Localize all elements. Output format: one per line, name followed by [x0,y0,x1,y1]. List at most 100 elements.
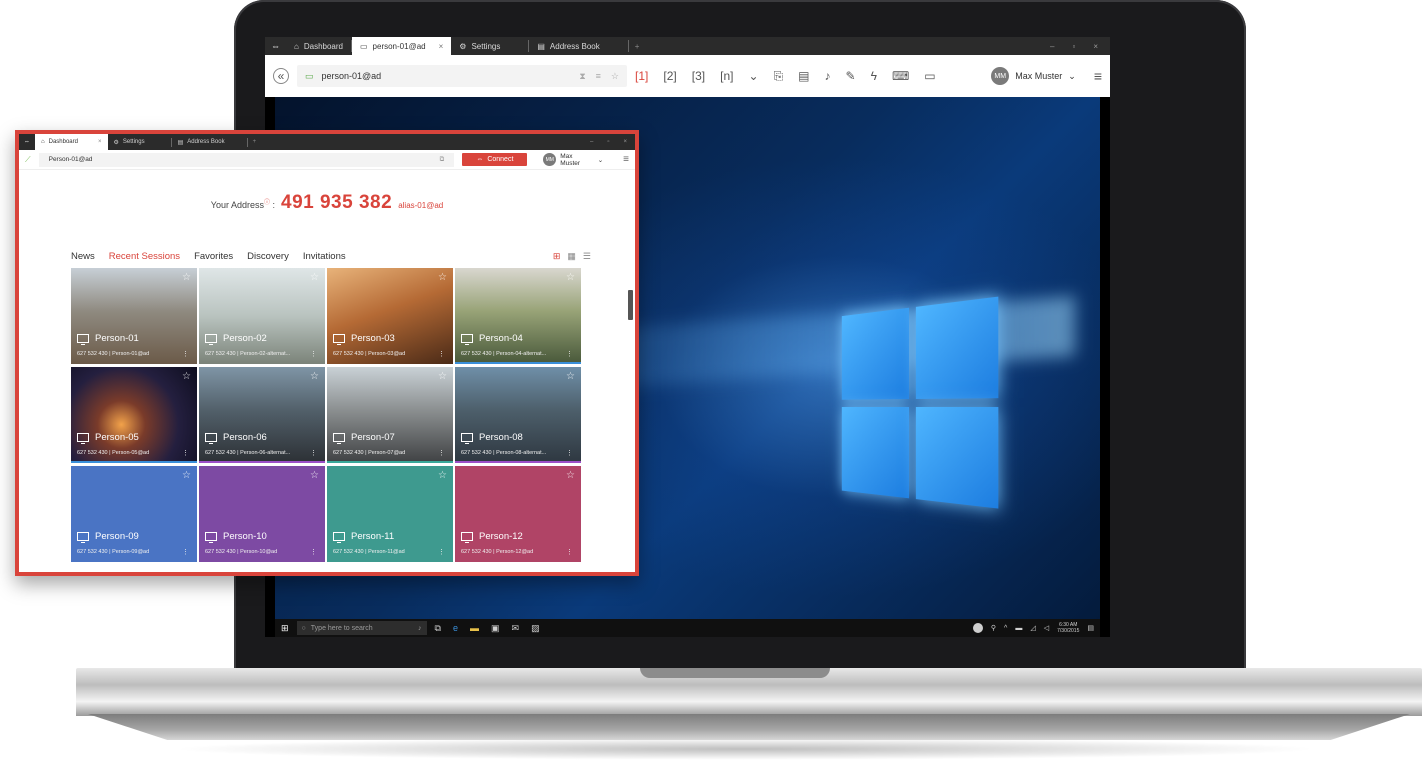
file-transfer-icon[interactable]: ⎘ [774,69,784,84]
lightning-icon[interactable]: ϟ [871,69,877,83]
network-icon[interactable]: ◿ [1030,624,1035,632]
session-card[interactable]: ☆ Person-07 627 532 430 | Person-07@ad ⋮ [327,367,453,463]
list-view-icon[interactable]: ☰ [583,251,591,262]
dashboard-tab-address-book[interactable]: ▤ Address Book [172,134,231,150]
chat-icon[interactable]: ▤ [798,69,809,83]
session-card[interactable]: ☆ Person-08 627 532 430 | Person-08-altern… [455,367,581,463]
taskbar-clock[interactable]: 6:30 AM 7/30/2015 [1057,622,1079,634]
more-options-icon[interactable]: ⋮ [310,350,317,358]
scroll-thumb[interactable] [628,290,633,320]
more-options-icon[interactable]: ⋮ [310,548,317,556]
dashboard-tab-settings[interactable]: ⚙ Settings [108,134,151,150]
more-options-icon[interactable]: ⋮ [438,449,445,457]
star-icon[interactable]: ☆ [310,371,319,382]
nav-invitations[interactable]: Invitations [303,251,346,262]
start-icon[interactable]: ⊞ [281,623,289,634]
session-card[interactable]: ☆ Person-02 627 532 430 | Person-02-altern… [199,268,325,364]
dashboard-tab-dashboard[interactable]: ⌂ Dashboard × [35,134,108,150]
store-icon[interactable]: ▣ [491,623,500,634]
photos-icon[interactable]: ▨ [531,623,540,634]
star-icon[interactable]: ☆ [566,272,575,283]
display-icon[interactable]: ▭ [924,69,935,83]
small-grid-icon[interactable]: ▦ [567,251,576,262]
star-icon[interactable]: ☆ [438,371,447,382]
session-card[interactable]: ☆ Person-11 627 532 430 | Person-11@ad ⋮ [327,466,453,562]
minimize-icon[interactable]: – [1050,42,1054,51]
hourglass-icon[interactable]: ⧗ [579,71,585,82]
copy-icon[interactable]: ⧉ [440,156,445,164]
info-icon[interactable]: ⓘ [264,200,270,206]
notification-icon[interactable]: ▤ [1087,624,1094,632]
session-card[interactable]: ☆ Person-01 627 532 430 | Person-01@ad ⋮ [71,268,197,364]
user-menu[interactable]: MM Max Muster ⌄ [543,153,603,167]
nav-favorites[interactable]: Favorites [194,251,233,262]
star-icon[interactable]: ☆ [182,272,191,283]
more-options-icon[interactable]: ⋮ [438,548,445,556]
more-options-icon[interactable]: ⋮ [182,350,189,358]
screen-2-icon[interactable]: [2] [663,69,676,83]
remote-tab-session[interactable]: ▭ person-01@ad × [351,37,452,55]
close-window-icon[interactable]: × [623,139,627,145]
minimize-icon[interactable]: – [590,139,593,145]
remote-address-field[interactable]: ▭ person-01@ad ⧗ ≡ ☆ [297,65,627,87]
people-icon[interactable]: ⚲ [991,624,996,632]
mail-icon[interactable]: ✉ [512,623,520,634]
menu-icon[interactable]: ≡ [623,154,629,165]
pen-icon[interactable]: ✎ [846,69,856,83]
microphone-icon[interactable]: ♪ [825,69,831,83]
volume-icon[interactable]: ◁ [1044,624,1049,632]
menu-icon[interactable]: ≡ [1094,68,1102,84]
back-icon[interactable]: « [273,68,289,84]
new-tab-icon[interactable]: + [248,139,262,145]
star-icon[interactable]: ☆ [182,470,191,481]
more-options-icon[interactable]: ⋮ [438,350,445,358]
screen-3-icon[interactable]: [3] [692,69,705,83]
session-card[interactable]: ☆ Person-06 627 532 430 | Person-06-altern… [199,367,325,463]
more-options-icon[interactable]: ⋮ [310,449,317,457]
remote-tab-address-book[interactable]: ▤ Address Book [529,37,607,55]
session-card[interactable]: ☆ Person-05 627 532 430 | Person-05@ad ⋮ [71,367,197,463]
remote-tab-settings[interactable]: ⚙ Settings [451,37,508,55]
more-options-icon[interactable]: ⋮ [566,350,573,358]
close-window-icon[interactable]: × [1093,42,1098,51]
session-card[interactable]: ☆ Person-03 627 532 430 | Person-03@ad ⋮ [327,268,453,364]
partner-address-input[interactable]: Person-01@ad ⧉ [38,152,455,167]
session-card[interactable]: ☆ Person-04 627 532 430 | Person-04-altern… [455,268,581,364]
chevron-down-icon[interactable]: ⌄ [749,69,759,83]
more-options-icon[interactable]: ⋮ [182,548,189,556]
nav-discovery[interactable]: Discovery [247,251,289,262]
your-alias[interactable]: alias-01@ad [398,201,443,210]
keyboard-icon[interactable]: ⌨ [892,69,909,83]
scrollbar[interactable] [628,268,633,568]
nav-news[interactable]: News [71,251,95,262]
star-icon[interactable]: ☆ [310,272,319,283]
user-menu[interactable]: MM Max Muster ⌄ [991,67,1076,85]
folder-icon[interactable]: ▬ [470,623,479,634]
star-icon[interactable]: ☆ [611,71,619,82]
record-icon[interactable] [972,623,983,633]
maximize-icon[interactable]: ▫ [607,139,609,145]
chevron-up-icon[interactable]: ^ [1004,625,1007,632]
more-options-icon[interactable]: ⋮ [182,449,189,457]
close-icon[interactable]: × [439,42,444,51]
star-icon[interactable]: ☆ [566,470,575,481]
screen-n-icon[interactable]: [n] [720,69,733,83]
star-icon[interactable]: ☆ [310,470,319,481]
edge-icon[interactable]: e [453,623,458,634]
more-options-icon[interactable]: ⋮ [566,548,573,556]
star-icon[interactable]: ☆ [438,272,447,283]
new-tab-icon[interactable]: + [629,42,646,51]
session-card[interactable]: ☆ Person-09 627 532 430 | Person-09@ad ⋮ [71,466,197,562]
connect-button[interactable]: ⇔ Connect [462,153,528,166]
more-options-icon[interactable]: ⋮ [566,449,573,457]
nav-recent-sessions[interactable]: Recent Sessions [109,251,180,262]
remote-tab-dashboard[interactable]: ⌂ Dashboard [286,37,351,55]
session-card[interactable]: ☆ Person-12 627 532 430 | Person-12@ad ⋮ [455,466,581,562]
star-icon[interactable]: ☆ [182,371,191,382]
task-view-icon[interactable]: ⧉ [435,623,441,634]
star-icon[interactable]: ☆ [438,470,447,481]
close-icon[interactable]: × [98,139,102,145]
taskbar-search[interactable]: ○ Type here to search ♪ [296,621,427,635]
star-icon[interactable]: ☆ [566,371,575,382]
maximize-icon[interactable]: ▫ [1072,42,1075,51]
